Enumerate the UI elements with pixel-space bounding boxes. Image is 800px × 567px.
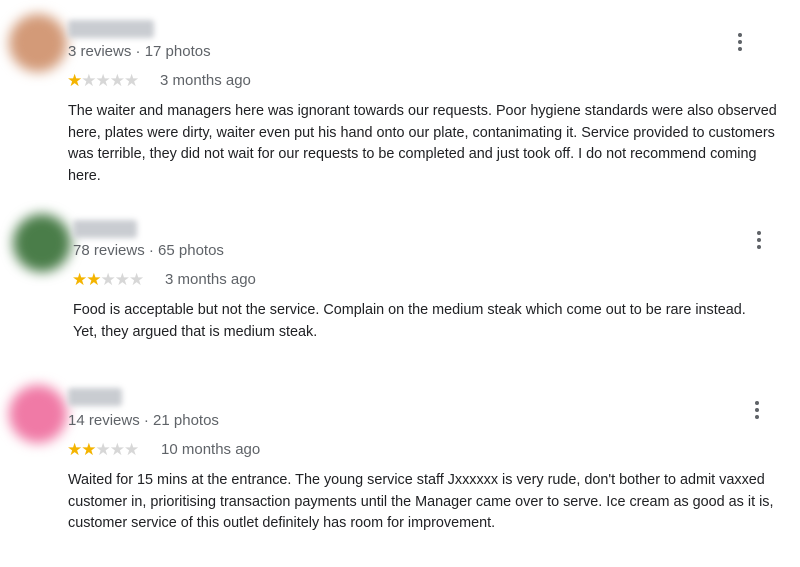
star-icon: ★ [72, 270, 87, 289]
meta-separator: · [131, 43, 145, 60]
reviewer-avatar[interactable] [13, 214, 71, 272]
star-icon: ★ [81, 71, 96, 90]
more-options-button[interactable] [728, 30, 752, 54]
review-text: Food is acceptable but not the service. … [73, 302, 746, 340]
more-vert-icon [755, 401, 759, 419]
star-rating: ★★★★★ [67, 71, 139, 90]
reviewer-meta: 14 reviews · 21 photos [68, 412, 219, 429]
more-vert-icon [738, 33, 742, 51]
reviewer-meta: 78 reviews · 65 photos [73, 242, 224, 259]
star-rating: ★★★★★ [67, 440, 139, 459]
reviewer-name-redacted[interactable] [73, 220, 137, 238]
meta-separator: · [144, 242, 159, 259]
star-icon: ★ [81, 440, 96, 459]
star-rating: ★★★★★ [72, 270, 144, 289]
photos-count: 17 photos [144, 43, 211, 60]
reviewer-avatar[interactable] [9, 385, 67, 443]
reviewer-name-redacted[interactable] [68, 388, 122, 406]
star-icon: ★ [124, 440, 139, 459]
review-time: 3 months ago [160, 72, 251, 89]
reviewer-meta: 3 reviews · 17 photos [68, 43, 211, 60]
star-icon: ★ [114, 270, 130, 289]
reviewer-avatar[interactable] [9, 14, 67, 72]
reviews-count: 78 reviews [73, 242, 145, 259]
star-icon: ★ [95, 71, 111, 90]
more-options-button[interactable] [745, 398, 769, 422]
review-time: 10 months ago [161, 441, 261, 458]
reviews-count: 14 reviews [68, 412, 140, 429]
meta-separator: · [139, 412, 154, 429]
star-icon: ★ [95, 440, 111, 459]
star-icon: ★ [129, 270, 144, 289]
reviewer-name-redacted[interactable] [68, 20, 154, 38]
star-icon: ★ [124, 71, 139, 90]
star-icon: ★ [100, 270, 116, 289]
review-time: 3 months ago [165, 271, 256, 288]
star-icon: ★ [109, 71, 125, 90]
review-text: The waiter and managers here was ignoran… [68, 103, 777, 184]
star-icon: ★ [109, 440, 125, 459]
more-vert-icon [757, 231, 761, 249]
reviews-count: 3 reviews [68, 43, 132, 60]
star-icon: ★ [86, 270, 101, 289]
photos-count: 65 photos [158, 242, 224, 259]
more-options-button[interactable] [747, 228, 771, 252]
review-text: Waited for 15 mins at the entrance. The … [68, 472, 774, 532]
photos-count: 21 photos [153, 412, 219, 429]
star-icon: ★ [67, 440, 82, 459]
star-icon: ★ [67, 71, 82, 90]
